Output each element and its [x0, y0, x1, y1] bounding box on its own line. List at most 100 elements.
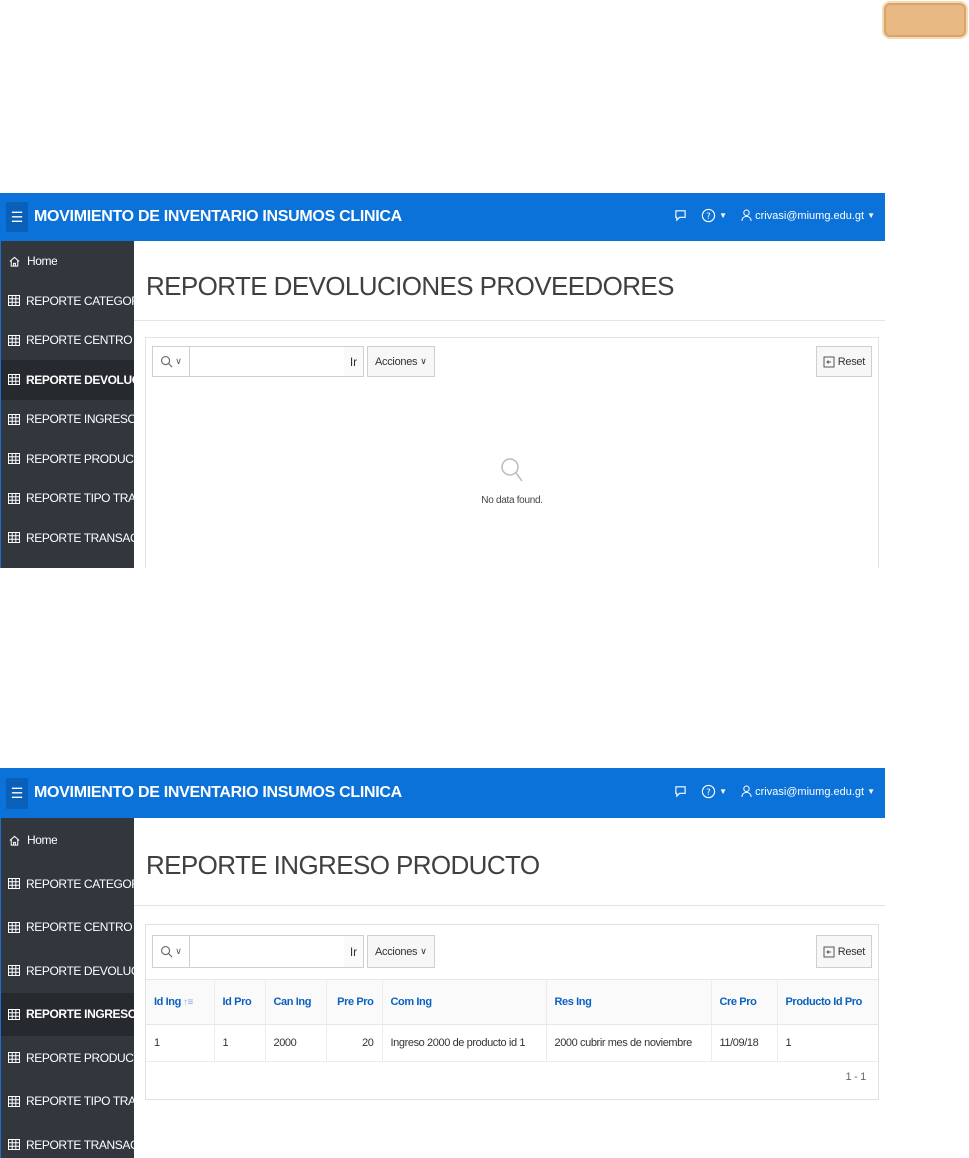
sidebar-item-label: REPORTE PRODUCTO: [26, 1050, 134, 1065]
sidebar-item-label: REPORTE TIPO TRANSA...: [26, 1094, 134, 1109]
app-title: MOVIMIENTO DE INVENTARIO INSUMOS CLINICA: [34, 208, 402, 225]
chevron-down-icon: ▼: [719, 787, 728, 796]
table-row: 1 1 2000 20 Ingreso 2000 de producto id …: [146, 1024, 878, 1062]
sidebar-item-reporte-ingreso-pr[interactable]: REPORTE INGRESO PR...: [1, 992, 134, 1036]
table-icon: [8, 453, 20, 465]
sidebar-item-label: Home: [27, 254, 58, 268]
main-content: REPORTE DEVOLUCIONES PROVEEDORES ∨ Ir Ac…: [134, 241, 885, 568]
user-name: crivasi@miumg.edu.gt: [755, 209, 865, 222]
sidebar-item-label: REPORTE PRODUCTO: [26, 451, 134, 466]
table-icon: [8, 1052, 20, 1064]
pagination-info: 1 - 1: [845, 1071, 866, 1083]
sidebar-item-label: REPORTE DEVOLUCIO...: [26, 372, 134, 387]
table-icon: [8, 334, 20, 346]
table-icon: [8, 374, 20, 386]
feedback-icon[interactable]: [674, 785, 687, 798]
sidebar-item-reporte-ingreso-pr[interactable]: REPORTE INGRESO PR...: [1, 400, 134, 440]
search-input[interactable]: [190, 347, 361, 376]
search-icon: [161, 356, 173, 368]
sidebar-item-label: REPORTE TRANSACCIO...: [26, 1137, 134, 1152]
table-icon: [8, 878, 20, 890]
table-header-row: Id Ing ↑≡ Id Pro Can Ing Pre Pro Com Ing …: [146, 979, 878, 1025]
cell-cre-pro: 11/09/18: [711, 1024, 778, 1062]
help-icon: ?: [701, 208, 716, 223]
sidebar-item-reporte-categoria[interactable]: REPORTE CATEGORIA: [1, 281, 134, 321]
app-header: ☰ MOVIMIENTO DE INVENTARIO INSUMOS CLINI…: [0, 768, 885, 818]
app-title: MOVIMIENTO DE INVENTARIO INSUMOS CLINICA: [34, 784, 402, 801]
screenshot-devoluciones: ☰ MOVIMIENTO DE INVENTARIO INSUMOS CLINI…: [0, 193, 885, 568]
column-header-pre-pro[interactable]: Pre Pro: [326, 979, 383, 1025]
sidebar-item-reporte-tipo-transa[interactable]: REPORTE TIPO TRANSA...: [1, 479, 134, 519]
sidebar-item-reporte-tipo-transa[interactable]: REPORTE TIPO TRANSA...: [1, 1080, 134, 1124]
cell-res-ing: 2000 cubrir mes de noviembre: [546, 1024, 712, 1062]
chevron-down-icon: ▼: [867, 211, 875, 220]
reset-icon: [823, 946, 835, 957]
search-column-button[interactable]: ∨: [153, 347, 190, 376]
column-header-com-ing[interactable]: Com Ing: [382, 979, 547, 1025]
sidebar-item-reporte-transaccio[interactable]: REPORTE TRANSACCIO...: [1, 518, 134, 558]
sidebar-item-reporte-centro[interactable]: REPORTE CENTRO: [1, 321, 134, 361]
title-divider: [134, 320, 885, 321]
table-icon: [8, 1095, 20, 1107]
table-icon: [8, 921, 20, 933]
sort-ascending-icon: ↑≡: [182, 997, 193, 1008]
no-data-message: No data found.: [146, 456, 878, 506]
report-region: ∨ Ir Acciones ∨ Reset Id Ing ↑≡ Id Pro C…: [145, 924, 879, 1100]
main-content: REPORTE INGRESO PRODUCTO ∨ Ir Acciones ∨…: [134, 818, 885, 1158]
go-button[interactable]: Ir: [344, 346, 364, 377]
sidebar-item-reporte-categoria[interactable]: REPORTE CATEGORIA: [1, 862, 134, 906]
go-button[interactable]: Ir: [344, 935, 364, 968]
actions-menu-button[interactable]: Acciones ∨: [367, 935, 435, 968]
sidebar-item-label: Home: [27, 833, 58, 847]
user-icon: [741, 209, 752, 222]
help-icon: ?: [701, 784, 716, 799]
actions-label: Acciones: [375, 945, 418, 958]
reset-label: Reset: [837, 945, 866, 958]
sidebar-item-label: REPORTE INGRESO PR...: [26, 1007, 134, 1022]
user-menu[interactable]: crivasi@miumg.edu.gt ▼: [741, 785, 875, 798]
screenshot-ingreso-producto: ☰ MOVIMIENTO DE INVENTARIO INSUMOS CLINI…: [0, 768, 885, 1158]
column-header-can-ing[interactable]: Can Ing: [265, 979, 327, 1025]
column-header-id-pro[interactable]: Id Pro: [214, 979, 266, 1025]
header-actions: ? ▼ crivasi@miumg.edu.gt ▼: [674, 208, 875, 223]
user-menu[interactable]: crivasi@miumg.edu.gt ▼: [741, 209, 875, 222]
search-input[interactable]: [190, 936, 361, 967]
feedback-icon[interactable]: [674, 209, 687, 222]
reset-button[interactable]: Reset: [815, 346, 872, 377]
column-header-producto-id-pro[interactable]: Producto Id Pro: [777, 979, 878, 1025]
reset-button[interactable]: Reset: [815, 935, 872, 968]
title-divider: [134, 905, 885, 906]
sidebar-item-reporte-devolucio[interactable]: REPORTE DEVOLUCIO...: [1, 360, 134, 400]
search-box: ∨: [152, 346, 362, 377]
column-header-id-ing[interactable]: Id Ing ↑≡: [146, 979, 215, 1025]
page-title: REPORTE INGRESO PRODUCTO: [146, 850, 540, 880]
sidebar-item-home[interactable]: Home: [1, 818, 134, 862]
actions-label: Acciones: [375, 355, 418, 368]
sidebar-item-label: REPORTE CATEGORIA: [26, 876, 134, 891]
chevron-down-icon: ▼: [719, 211, 728, 220]
search-column-button[interactable]: ∨: [153, 936, 190, 967]
column-header-res-ing[interactable]: Res Ing: [546, 979, 712, 1025]
sidebar-item-label: REPORTE DEVOLUCION...: [26, 963, 134, 978]
sidebar-item-reporte-centro[interactable]: REPORTE CENTRO: [1, 906, 134, 950]
sidebar-item-reporte-devolucion[interactable]: REPORTE DEVOLUCION...: [1, 949, 134, 993]
report-region: ∨ Ir Acciones ∨ Reset No data found.: [145, 337, 879, 568]
home-icon: [8, 255, 21, 268]
report-table: Id Ing ↑≡ Id Pro Can Ing Pre Pro Com Ing …: [146, 979, 878, 1062]
sidebar-item-home[interactable]: Home: [1, 241, 134, 281]
column-header-cre-pro[interactable]: Cre Pro: [711, 979, 778, 1025]
sidebar-item-reporte-producto[interactable]: REPORTE PRODUCTO: [1, 439, 134, 479]
page-title: REPORTE DEVOLUCIONES PROVEEDORES: [146, 271, 675, 301]
hamburger-menu-button[interactable]: ☰: [6, 778, 28, 809]
cell-id-ing: 1: [146, 1024, 215, 1062]
help-menu[interactable]: ? ▼: [701, 784, 727, 799]
sidebar-item-reporte-producto[interactable]: REPORTE PRODUCTO: [1, 1036, 134, 1080]
sidebar-nav: Home REPORTE CATEGORIA REPORTE CENTRO REPOR…: [0, 241, 134, 568]
help-menu[interactable]: ? ▼: [701, 208, 727, 223]
actions-menu-button[interactable]: Acciones ∨: [367, 346, 435, 377]
corner-tab[interactable]: [882, 1, 968, 39]
hamburger-menu-button[interactable]: ☰: [6, 202, 28, 232]
search-box: ∨: [152, 935, 362, 968]
sidebar-item-reporte-transaccio[interactable]: REPORTE TRANSACCIO...: [1, 1123, 134, 1158]
reset-icon: [823, 356, 835, 367]
